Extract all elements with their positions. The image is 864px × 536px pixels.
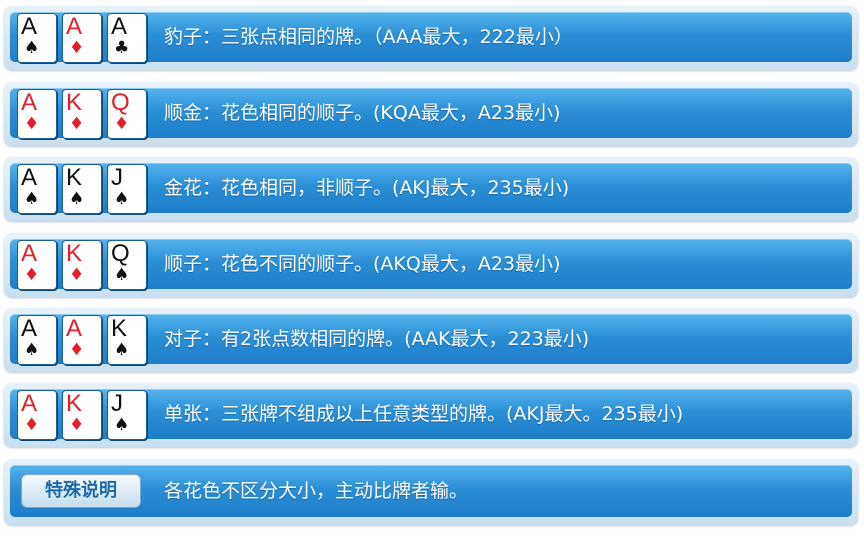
- card-rank: Q: [111, 240, 130, 267]
- spade-icon: ♠: [114, 265, 130, 285]
- playing-card: A ♠: [18, 316, 56, 364]
- rule-row-high-card: A ♦ K ♦ J ♠ 单张：三张牌不组成以上任意类型的牌。(AKJ最大。235…: [4, 383, 858, 447]
- rule-description: 单张：三张牌不组成以上任意类型的牌。(AKJ最大。235最小): [164, 403, 684, 425]
- playing-card: K ♦: [63, 90, 101, 138]
- club-icon: ♣: [114, 38, 130, 58]
- spade-icon: ♠: [114, 415, 130, 435]
- card-rank: A: [21, 315, 38, 342]
- card-rank: A: [21, 164, 38, 191]
- special-note-text: 各花色不区分大小，主动比牌者输。: [164, 480, 469, 502]
- spade-icon: ♠: [114, 189, 130, 209]
- rule-row-straight-flush: A ♦ K ♦ Q ♦ 顺金：花色相同的顺子。(KQA最大，A23最小): [4, 82, 858, 146]
- diamond-icon: ♦: [69, 415, 85, 435]
- playing-card: A ♠: [18, 14, 56, 62]
- playing-card: Q ♦: [108, 90, 146, 138]
- rule-description: 对子：有2张点数相同的牌。(AAK最大，223最小): [164, 328, 590, 350]
- card-rank: J: [111, 390, 123, 417]
- rule-row-flush: A ♠ K ♠ J ♠ 金花：花色相同，非顺子。(AKJ最大，235最小): [4, 157, 858, 221]
- rule-description: 顺子：花色不同的顺子。(AKQ最大，A23最小): [164, 253, 561, 275]
- rule-description: 顺金：花色相同的顺子。(KQA最大，A23最小): [164, 102, 561, 124]
- hand-ranking-list: A ♠ A ♦ A ♣ 豹子：三张点相同的牌。（AAA最大，222最小） A ♦…: [0, 0, 864, 536]
- spade-icon: ♠: [24, 340, 40, 360]
- rule-row-straight: A ♦ K ♦ Q ♠ 顺子：花色不同的顺子。(AKQ最大，A23最小): [4, 233, 858, 297]
- rule-panel: A ♠ A ♦ A ♣ 豹子：三张点相同的牌。（AAA最大，222最小）: [10, 12, 852, 62]
- playing-card: K ♠: [108, 316, 146, 364]
- playing-card: J ♠: [108, 165, 146, 213]
- card-rank: A: [21, 89, 38, 116]
- card-rank: K: [111, 315, 128, 342]
- diamond-icon: ♦: [69, 340, 85, 360]
- card-rank: K: [66, 390, 83, 417]
- rule-panel: A ♠ A ♦ K ♠ 对子：有2张点数相同的牌。(AAK最大，223最小): [10, 314, 852, 364]
- card-rank: A: [66, 13, 83, 40]
- diamond-icon: ♦: [114, 114, 130, 134]
- rule-row-pair: A ♠ A ♦ K ♠ 对子：有2张点数相同的牌。(AAK最大，223最小): [4, 308, 858, 372]
- playing-card: A ♦: [18, 241, 56, 289]
- playing-card: A ♦: [18, 391, 56, 439]
- diamond-icon: ♦: [24, 265, 40, 285]
- card-rank: A: [66, 315, 83, 342]
- playing-card: K ♠: [63, 165, 101, 213]
- playing-card: K ♦: [63, 391, 101, 439]
- special-note-button[interactable]: 特殊说明: [22, 475, 140, 507]
- spade-icon: ♠: [69, 189, 85, 209]
- rule-panel: A ♦ K ♦ Q ♠ 顺子：花色不同的顺子。(AKQ最大，A23最小): [10, 239, 852, 289]
- playing-card: K ♦: [63, 241, 101, 289]
- special-panel: 特殊说明 各花色不区分大小，主动比牌者输。: [10, 465, 852, 517]
- diamond-icon: ♦: [69, 38, 85, 58]
- special-note-row: 特殊说明 各花色不区分大小，主动比牌者输。: [4, 459, 858, 525]
- rule-panel: A ♦ K ♦ J ♠ 单张：三张牌不组成以上任意类型的牌。(AKJ最大。235…: [10, 389, 852, 439]
- rule-panel: A ♦ K ♦ Q ♦ 顺金：花色相同的顺子。(KQA最大，A23最小): [10, 88, 852, 138]
- card-rank: A: [21, 390, 38, 417]
- playing-card: A ♦: [63, 316, 101, 364]
- playing-card: A ♣: [108, 14, 146, 62]
- card-rank: A: [21, 240, 38, 267]
- card-rank: K: [66, 89, 83, 116]
- card-rank: K: [66, 164, 83, 191]
- rule-description: 豹子：三张点相同的牌。（AAA最大，222最小）: [164, 26, 573, 48]
- playing-card: J ♠: [108, 391, 146, 439]
- playing-card: A ♠: [18, 165, 56, 213]
- diamond-icon: ♦: [69, 265, 85, 285]
- card-rank: K: [66, 240, 83, 267]
- playing-card: A ♦: [63, 14, 101, 62]
- card-rank: Q: [111, 89, 130, 116]
- card-rank: A: [21, 13, 38, 40]
- spade-icon: ♠: [24, 189, 40, 209]
- diamond-icon: ♦: [24, 415, 40, 435]
- rule-row-leopard: A ♠ A ♦ A ♣ 豹子：三张点相同的牌。（AAA最大，222最小）: [4, 6, 858, 70]
- diamond-icon: ♦: [69, 114, 85, 134]
- card-rank: A: [111, 13, 128, 40]
- playing-card: A ♦: [18, 90, 56, 138]
- spade-icon: ♠: [24, 38, 40, 58]
- diamond-icon: ♦: [24, 114, 40, 134]
- playing-card: Q ♠: [108, 241, 146, 289]
- spade-icon: ♠: [114, 340, 130, 360]
- rule-description: 金花：花色相同，非顺子。(AKJ最大，235最小): [164, 177, 570, 199]
- rule-panel: A ♠ K ♠ J ♠ 金花：花色相同，非顺子。(AKJ最大，235最小): [10, 163, 852, 213]
- card-rank: J: [111, 164, 123, 191]
